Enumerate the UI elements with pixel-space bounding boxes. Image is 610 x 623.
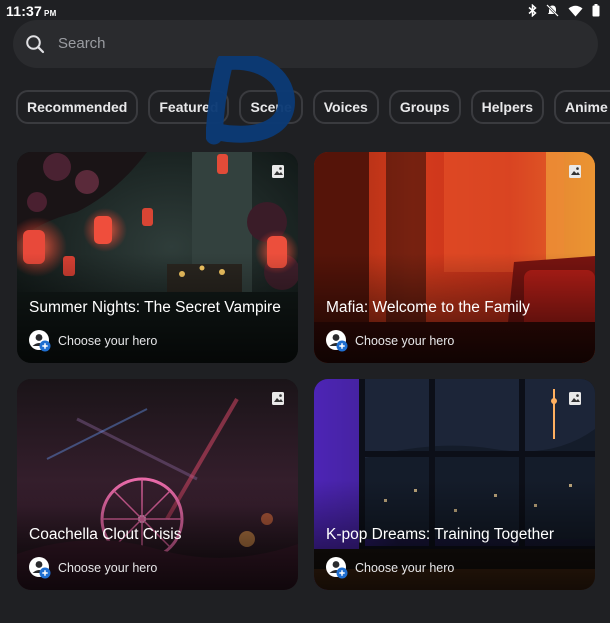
story-card-mafia[interactable]: Mafia: Welcome to the Family Choose your…: [314, 152, 595, 363]
story-card-summer-nights[interactable]: Summer Nights: The Secret Vampire Choose…: [17, 152, 298, 363]
card-title: K-pop Dreams: Training Together: [326, 526, 555, 543]
status-time: 11:37 PM: [6, 3, 57, 19]
avatar-add-icon: [29, 330, 51, 352]
choose-hero-label: Choose your hero: [355, 334, 455, 348]
scene-badge-icon: [569, 165, 581, 178]
notifications-off-icon: [546, 4, 559, 17]
choose-hero-button[interactable]: Choose your hero: [29, 330, 157, 352]
chip-featured[interactable]: Featured: [148, 90, 230, 124]
choose-hero-button[interactable]: Choose your hero: [29, 557, 157, 579]
battery-icon: [592, 4, 600, 17]
story-card-kpop-dreams[interactable]: K-pop Dreams: Training Together Choose y…: [314, 379, 595, 590]
chip-groups[interactable]: Groups: [388, 90, 461, 124]
choose-hero-label: Choose your hero: [58, 561, 158, 575]
avatar-add-icon: [326, 557, 348, 579]
scene-badge-icon: [569, 392, 581, 405]
avatar-add-icon: [29, 557, 51, 579]
status-icons: [528, 4, 600, 17]
bluetooth-icon: [528, 4, 537, 17]
choose-hero-label: Choose your hero: [355, 561, 455, 575]
chip-scene[interactable]: Scene: [239, 90, 303, 124]
chip-anime-game[interactable]: Anime Game C: [553, 90, 610, 124]
story-card-coachella[interactable]: Coachella Clout Crisis Choose your hero: [17, 379, 298, 590]
card-title: Coachella Clout Crisis: [29, 526, 182, 543]
chip-voices[interactable]: Voices: [312, 90, 379, 124]
card-title: Mafia: Welcome to the Family: [326, 299, 530, 316]
search-placeholder: Search: [58, 35, 106, 52]
wifi-icon: [568, 5, 583, 16]
choose-hero-button[interactable]: Choose your hero: [326, 330, 454, 352]
scene-badge-icon: [272, 392, 284, 405]
choose-hero-label: Choose your hero: [58, 334, 158, 348]
chip-recommended[interactable]: Recommended: [16, 90, 139, 124]
scene-badge-icon: [272, 165, 284, 178]
choose-hero-button[interactable]: Choose your hero: [326, 557, 454, 579]
avatar-add-icon: [326, 330, 348, 352]
chip-helpers[interactable]: Helpers: [470, 90, 544, 124]
card-title: Summer Nights: The Secret Vampire: [29, 299, 281, 316]
search-bar[interactable]: Search: [13, 20, 598, 68]
category-chips: Recommended Featured Scene Voices Groups…: [16, 90, 610, 128]
search-icon: [26, 35, 45, 54]
